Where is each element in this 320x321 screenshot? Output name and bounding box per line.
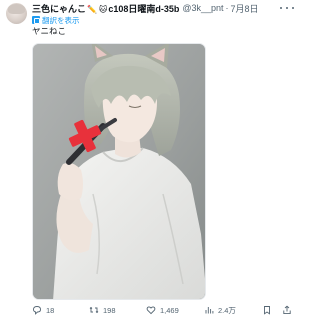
views-icon — [205, 307, 214, 314]
avatar-hair — [8, 4, 25, 14]
share-icon — [283, 305, 291, 315]
repost-icon — [89, 306, 99, 314]
reply-button[interactable]: 18 — [32, 303, 54, 317]
repost-count: 198 — [103, 305, 116, 315]
heart-icon — [146, 306, 156, 315]
view-count: 2.4万 — [218, 305, 236, 315]
user-handle[interactable]: @3k__pnt — [182, 3, 223, 13]
post-text: ヤニねこ — [32, 26, 67, 36]
display-name-text[interactable]: 三色にゃんこ — [32, 4, 86, 14]
like-count: 1,469 — [160, 305, 179, 315]
translate-icon — [32, 16, 40, 24]
display-name[interactable]: 三色にゃんこ✏️ 🐱c108日曜南d-35b — [32, 2, 179, 15]
post-header: 三色にゃんこ✏️ 🐱c108日曜南d-35b @3k__pnt · 7月8日 — [32, 2, 259, 14]
action-bar: 18 198 1,469 2.4万 — [32, 303, 294, 317]
avatar[interactable] — [6, 3, 27, 24]
post-image[interactable] — [32, 43, 206, 300]
show-translation-link[interactable]: 翻訳を表示 — [32, 15, 80, 25]
repost-button[interactable]: 198 — [89, 303, 116, 317]
separator-dot: · — [225, 3, 229, 13]
more-icon[interactable] — [280, 2, 294, 14]
share-button[interactable] — [282, 303, 296, 317]
bookmark-icon — [264, 306, 270, 315]
translate-label[interactable]: 翻訳を表示 — [42, 15, 80, 26]
display-name-suffix[interactable]: c108日曜南d-35b — [108, 4, 179, 14]
photo-illustration — [33, 44, 205, 299]
post-date[interactable]: 7月8日 — [231, 2, 259, 15]
reply-icon — [33, 306, 41, 315]
reply-count: 18 — [46, 305, 55, 315]
bookmark-button[interactable] — [262, 303, 276, 317]
pencil-emoji: ✏️ — [87, 4, 97, 14]
like-button[interactable]: 1,469 — [146, 303, 179, 317]
cat-emoji: 🐱 — [98, 4, 108, 14]
views-button[interactable]: 2.4万 — [204, 303, 236, 317]
